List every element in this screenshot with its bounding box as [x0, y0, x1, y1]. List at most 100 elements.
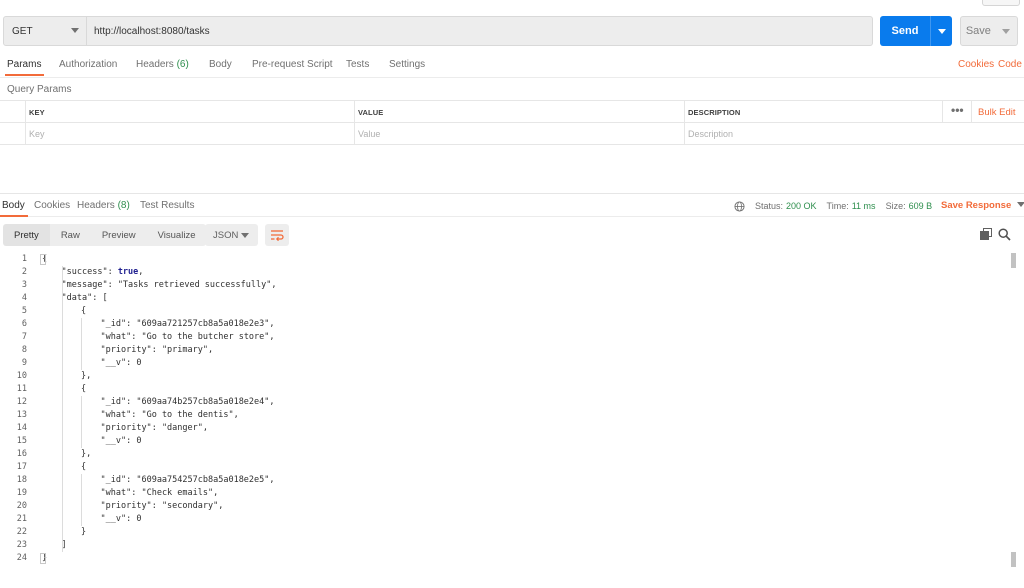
view-preview-button[interactable]: Preview [90, 224, 147, 246]
json-key: "priority" [100, 423, 152, 433]
url-input[interactable]: http://localhost:8080/tasks [87, 16, 873, 46]
code-line: 21 "__v": 0 [0, 513, 1000, 526]
key-input[interactable]: Key [25, 123, 354, 145]
json-punctuation: , [269, 397, 275, 407]
status-value[interactable]: 200 OK [786, 201, 817, 211]
send-button[interactable]: Send [880, 16, 952, 46]
code-text: "_id": "609aa74b257cb8a5a018e2e4", [101, 396, 275, 409]
code-text: "__v": 0 [101, 357, 142, 370]
json-punctuation: { [81, 462, 87, 472]
json-punctuation: : [107, 280, 118, 290]
line-number: 4 [21, 293, 27, 303]
json-punctuation: , [208, 345, 214, 355]
column-divider [25, 101, 26, 145]
json-key: "message" [61, 280, 108, 290]
wrap-lines-button[interactable] [265, 224, 289, 246]
json-key: "priority" [100, 501, 152, 511]
json-string: "609aa74b257cb8a5a018e2e4" [136, 397, 270, 407]
tab-authorization[interactable]: Authorization [59, 59, 117, 70]
response-body-viewer[interactable]: 1{2 "success": true, 3 "message": "Tasks re… [0, 253, 1008, 571]
json-key: "success" [61, 267, 108, 277]
save-options-button[interactable] [996, 17, 1017, 45]
pane-divider[interactable] [0, 193, 1024, 194]
search-icon[interactable] [998, 228, 1011, 241]
indent-guide [62, 266, 63, 552]
scrollbar-thumb[interactable] [1011, 253, 1016, 268]
tab-settings[interactable]: Settings [389, 59, 425, 70]
line-number: 15 [16, 436, 27, 446]
line-number: 10 [16, 371, 27, 381]
view-pretty-button[interactable]: Pretty [3, 224, 50, 246]
bulk-edit-link[interactable]: Bulk Edit [978, 107, 1016, 118]
cookies-link[interactable]: Cookies [958, 59, 994, 70]
description-input[interactable]: Description [684, 123, 1024, 145]
code-line: 11 { [0, 383, 1000, 396]
json-string: "Check emails" [141, 488, 214, 498]
json-punctuation: : 0 [126, 514, 142, 524]
code-text: "__v": 0 [101, 435, 142, 448]
send-label: Send [891, 25, 919, 37]
tab-label: Body [209, 59, 232, 70]
chevron-down-icon [1017, 202, 1024, 207]
chevron-down-icon [1002, 28, 1011, 34]
indent-guide [81, 474, 82, 526]
json-punctuation: : [151, 423, 162, 433]
tab-params[interactable]: Params [4, 59, 45, 76]
json-key: "__v" [100, 514, 127, 524]
tab-headers[interactable]: Headers (6) [136, 59, 189, 70]
more-options-icon[interactable]: ••• [951, 104, 964, 116]
view-visualize-button[interactable]: Visualize [146, 224, 207, 246]
tab-response-body[interactable]: Body [0, 200, 28, 217]
save-response-button[interactable]: Save Response [941, 200, 1024, 211]
tab-count: (6) [176, 59, 189, 70]
tab-tests[interactable]: Tests [346, 59, 369, 70]
json-punctuation: } [81, 527, 87, 537]
method-value: GET [12, 25, 33, 37]
size-value[interactable]: 609 B [909, 201, 933, 211]
json-string: "primary" [161, 345, 208, 355]
send-options-button[interactable] [930, 16, 952, 46]
line-number: 13 [16, 410, 27, 420]
view-raw-button[interactable]: Raw [49, 224, 91, 246]
tab-body[interactable]: Body [209, 59, 232, 70]
json-punctuation: , [233, 410, 239, 420]
scrollbar-thumb[interactable] [1011, 552, 1016, 567]
code-line: 16}, [0, 448, 1000, 461]
tab-response-cookies[interactable]: Cookies [34, 200, 70, 211]
copy-icon[interactable] [980, 228, 992, 240]
globe-icon[interactable] [734, 200, 745, 212]
tab-label: Params [7, 59, 42, 70]
code-line: 17 { [0, 461, 1000, 474]
code-link[interactable]: Code [998, 59, 1022, 70]
time-value[interactable]: 11 ms [852, 201, 876, 211]
line-number: 2 [21, 267, 27, 277]
code-text: "priority": "primary", [101, 344, 214, 357]
format-select[interactable]: JSON [205, 224, 258, 246]
tab-test-results[interactable]: Test Results [140, 200, 194, 211]
tab-label: Cookies [34, 200, 71, 211]
json-key: "data" [61, 293, 93, 303]
method-select[interactable]: GET [3, 16, 87, 46]
size-label: Size: [885, 201, 906, 211]
json-literal: true [117, 267, 139, 277]
json-punctuation: : [151, 501, 162, 511]
column-value: VALUE [358, 107, 384, 117]
table-row: Key Value Description [0, 123, 1024, 145]
vertical-scrollbar[interactable] [1011, 253, 1016, 568]
column-key: KEY [29, 107, 45, 117]
code-text: } [81, 526, 86, 539]
tab-pre-request-script[interactable]: Pre-request Script [252, 59, 333, 70]
tab-label: Headers [136, 59, 174, 70]
line-number: 6 [21, 319, 27, 329]
code-line: 5{ [0, 305, 1000, 318]
value-input[interactable]: Value [354, 123, 684, 145]
json-string: "609aa721257cb8a5a018e2e3" [136, 319, 270, 329]
json-key: "_id" [100, 319, 127, 329]
query-params-table: KEY VALUE DESCRIPTION ••• Bulk Edit Key … [0, 100, 1024, 145]
code-text: "what": "Go to the butcher store", [101, 331, 275, 344]
tab-response-headers[interactable]: Headers (8) [77, 200, 130, 211]
json-punctuation: , [218, 501, 224, 511]
request-bar: GET http://localhost:8080/tasks [3, 16, 873, 46]
line-number: 18 [16, 475, 27, 485]
save-button[interactable]: Save [960, 16, 1018, 46]
